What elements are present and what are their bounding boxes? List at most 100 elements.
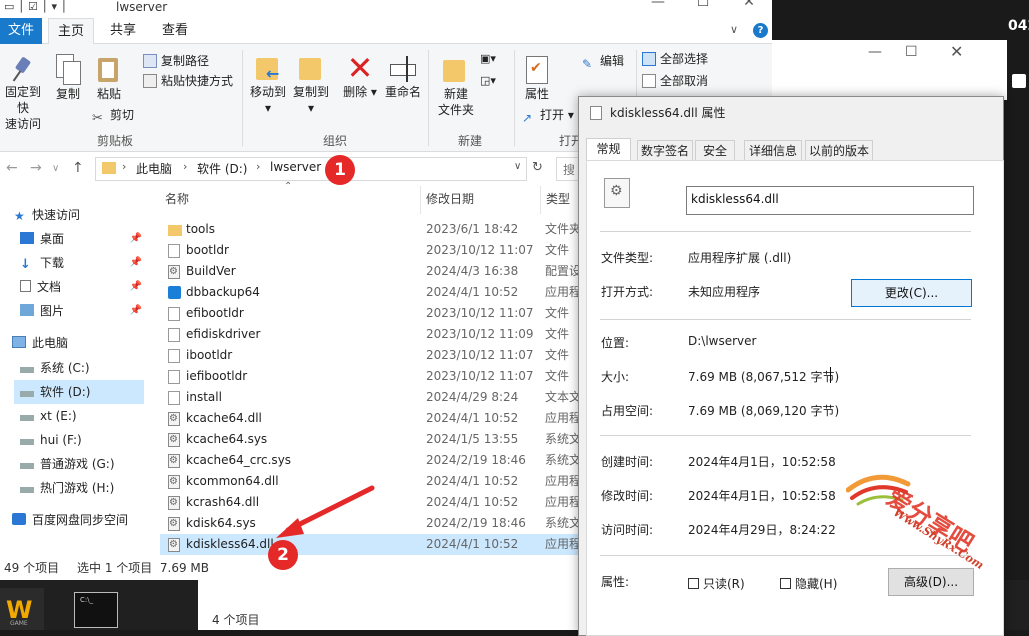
created-label: 创建时间:	[601, 455, 654, 469]
rename-button[interactable]: 重命名	[382, 54, 424, 100]
maximize-button[interactable]: ☐	[905, 44, 918, 60]
breadcrumb-lwserver[interactable]: lwserver	[270, 160, 321, 174]
copy-to-button[interactable]: 复制到 ▾	[290, 54, 332, 116]
select-all-label: 全部选择	[660, 52, 709, 66]
close-button[interactable]: ✕	[734, 0, 764, 10]
gear-icon	[168, 492, 180, 513]
nav-pictures[interactable]: 图片 📌	[20, 299, 146, 323]
properties-button[interactable]: 属性	[518, 54, 556, 102]
readonly-checkbox[interactable]: 只读(R)	[688, 575, 745, 592]
tab-home[interactable]: 主页	[48, 18, 94, 45]
nav-this-pc[interactable]: 此电脑	[12, 331, 68, 355]
easy-access-button[interactable]: ◲▾	[480, 72, 496, 90]
file-row[interactable]: iefibootldr 2023/10/12 11:07 文件	[160, 366, 580, 387]
file-icon	[168, 370, 180, 384]
file-date: 2024/4/1 10:52	[426, 285, 519, 299]
move-to-button[interactable]: ← 移动到 ▾	[248, 54, 288, 116]
partial-row	[160, 210, 580, 216]
nav-drive-c[interactable]: 系统 (C:)	[20, 356, 90, 380]
file-date: 2023/10/12 11:07	[426, 348, 534, 362]
file-row[interactable]: bootldr 2023/10/12 11:07 文件	[160, 240, 580, 261]
tab-general[interactable]: 常规	[586, 138, 631, 161]
change-button[interactable]: 更改(C)...	[851, 279, 972, 307]
open-button[interactable]: ↗ 打开 ▾	[522, 106, 574, 125]
file-name: tools	[186, 222, 215, 236]
file-row[interactable]: efidiskdriver 2023/10/12 11:09 文件	[160, 324, 580, 345]
delete-button[interactable]: ✕ 删除 ▾	[340, 52, 380, 100]
nav-drive-g[interactable]: 普通游戏 (G:)	[20, 452, 115, 476]
file-row[interactable]: kcache64.dll 2024/4/1 10:52 应用程	[160, 408, 582, 429]
nav-downloads[interactable]: ↓ 下载 📌	[20, 251, 146, 275]
tab-details[interactable]: 详细信息	[744, 140, 802, 161]
close-button[interactable]: ✕	[950, 42, 963, 61]
recent-locations-icon[interactable]: ∨	[52, 163, 59, 174]
up-arrow-icon[interactable]: ↑	[72, 160, 84, 176]
nav-downloads-label: 下载	[40, 256, 65, 270]
select-all-button[interactable]: 全部选择	[642, 50, 708, 68]
gear-icon	[168, 429, 180, 450]
file-row[interactable]: kcache64_crc.sys 2024/2/19 18:46 系统文	[160, 450, 581, 471]
file-name: efidiskdriver	[186, 327, 261, 341]
quick-access-toolbar[interactable]: ▭ │ ☑ │ ▾ │	[4, 0, 67, 13]
back-arrow-icon[interactable]: ←	[6, 160, 18, 176]
edit-button[interactable]: ✎ 编辑	[582, 52, 624, 71]
drive-icon	[20, 439, 34, 445]
new-item-button[interactable]: ▣▾	[480, 50, 496, 68]
maximize-button[interactable]: ☐	[688, 0, 718, 10]
nav-drive-f[interactable]: hui (F:)	[20, 428, 82, 452]
filename-input[interactable]: kdiskless64.dll	[686, 186, 974, 215]
properties-label: 属性	[524, 87, 549, 101]
file-row[interactable]: ibootldr 2023/10/12 11:07 文件	[160, 345, 580, 366]
nav-drive-e[interactable]: xt (E:)	[20, 404, 77, 428]
gear-icon	[168, 450, 180, 471]
file-row[interactable]: dbbackup64 2024/4/1 10:52 应用程	[160, 282, 581, 303]
file-row[interactable]: install 2024/4/29 8:24 文本文	[160, 387, 581, 408]
cut-button[interactable]: ✂ 剪切	[92, 106, 134, 126]
app-tile-icon[interactable]	[1012, 74, 1026, 88]
file-row[interactable]: BuildVer 2024/4/3 16:38 配置设	[160, 261, 581, 282]
breadcrumb-drive-d[interactable]: 软件 (D:)	[197, 160, 247, 177]
tab-previous-versions[interactable]: 以前的版本	[805, 140, 873, 161]
hidden-checkbox[interactable]: 隐藏(H)	[780, 575, 837, 592]
paste-shortcut-button[interactable]: 粘贴快捷方式	[143, 72, 233, 90]
column-header-date[interactable]: 修改日期	[426, 190, 474, 207]
column-header-type[interactable]: 类型	[546, 190, 570, 207]
paste-button[interactable]: 粘贴	[90, 54, 128, 102]
minimize-button[interactable]: —	[643, 0, 673, 10]
nav-desktop[interactable]: 桌面 📌	[20, 227, 146, 251]
title-bar: ▭ │ ☑ │ ▾ │ lwserver — ☐ ✕	[0, 0, 772, 18]
pin-to-quick-access-button[interactable]: 固定到快 速访问	[0, 56, 46, 132]
column-header-name[interactable]: 名称	[165, 190, 189, 207]
chevron-down-icon[interactable]: ∨	[730, 23, 738, 36]
file-row[interactable]: tools 2023/6/1 18:42 文件夹	[160, 219, 581, 240]
document-icon	[20, 280, 31, 292]
nav-baidu-sync[interactable]: 百度网盘同步空间	[12, 508, 128, 532]
tab-security[interactable]: 安全	[695, 140, 735, 161]
refresh-icon[interactable]: ↻	[532, 160, 543, 175]
rename-label: 重命名	[384, 85, 421, 99]
new-folder-button[interactable]: 新建 文件夹	[434, 54, 478, 118]
file-date: 2023/10/12 11:09	[426, 327, 534, 341]
nav-drive-d[interactable]: 软件 (D:)	[14, 380, 144, 404]
minimize-button[interactable]: —	[868, 44, 882, 60]
copy-path-button[interactable]: 复制路径	[143, 52, 209, 70]
select-none-button[interactable]: 全部取消	[642, 72, 708, 90]
nav-documents[interactable]: 文档 📌	[20, 275, 146, 299]
breadcrumb-this-pc[interactable]: 此电脑	[136, 160, 172, 177]
file-type: 文件	[545, 327, 570, 341]
organize-group-label: 组织	[322, 134, 347, 148]
forward-arrow-icon[interactable]: →	[30, 160, 42, 176]
chevron-down-icon[interactable]: ∨	[514, 161, 521, 172]
nav-drive-h[interactable]: 热门游戏 (H:)	[20, 476, 114, 500]
tab-digital-signatures[interactable]: 数字签名	[637, 140, 693, 161]
tab-share[interactable]: 共享	[100, 18, 146, 44]
help-icon[interactable]: ?	[753, 23, 768, 38]
tab-view[interactable]: 查看	[152, 18, 198, 44]
file-row[interactable]: efibootldr 2023/10/12 11:07 文件	[160, 303, 580, 324]
file-date: 2024/4/1 10:52	[426, 495, 519, 509]
copy-button[interactable]: 复制	[50, 54, 86, 102]
file-row[interactable]: kcache64.sys 2024/1/5 13:55 系统文	[160, 429, 581, 450]
nav-quick-access[interactable]: ★ 快速访问	[14, 203, 80, 227]
tab-file[interactable]: 文件	[0, 18, 42, 44]
file-type: 应用程	[545, 411, 582, 425]
